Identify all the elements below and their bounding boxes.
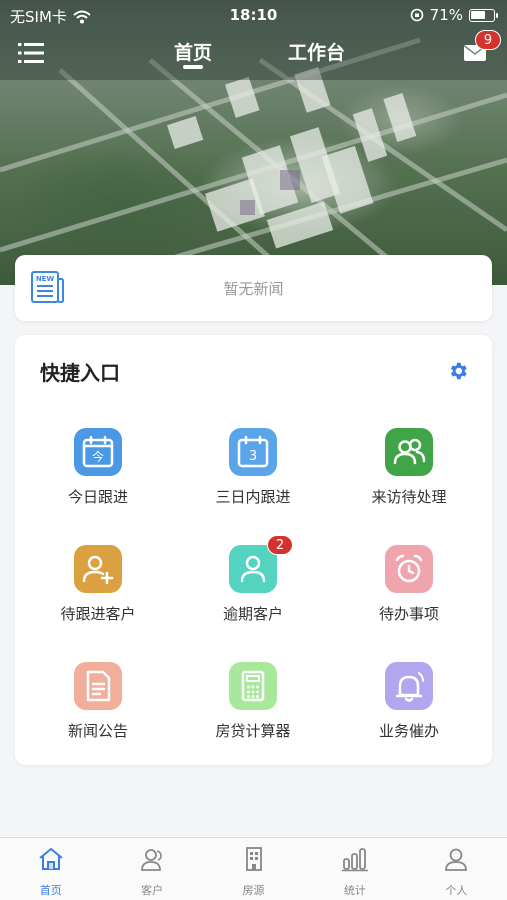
- item-label: 房贷计算器: [215, 722, 291, 740]
- quick-item-business-urge[interactable]: 业务催办: [339, 662, 479, 762]
- quick-item-todo[interactable]: 待办事项: [339, 545, 479, 645]
- tab-home[interactable]: 首页: [0, 838, 101, 900]
- menu-list-icon[interactable]: [18, 42, 44, 64]
- calculator-icon: [241, 670, 265, 702]
- person-icon: [445, 848, 468, 871]
- quick-entry-title: 快捷入口: [40, 361, 120, 385]
- item-icon-box: 今: [74, 428, 122, 476]
- quick-item-news-notice[interactable]: 新闻公告: [28, 662, 168, 762]
- item-label: 新闻公告: [67, 722, 128, 740]
- document-icon: [86, 670, 111, 702]
- quick-item-overdue-customers[interactable]: 2 逾期客户: [183, 535, 323, 645]
- top-navigation: 首页 工作台 9: [0, 30, 507, 80]
- status-right-group: 71%: [410, 6, 498, 24]
- tab-statistics-label: 统计: [343, 884, 366, 897]
- visitors-icon: [393, 438, 426, 465]
- quick-item-pending-customers[interactable]: 待跟进客户: [28, 545, 168, 645]
- tab-profile[interactable]: 个人: [406, 838, 507, 900]
- quick-item-visitors-pending[interactable]: 来访待处理: [339, 428, 479, 528]
- quick-item-mortgage-calculator[interactable]: 房贷计算器: [183, 662, 323, 762]
- tab-customers[interactable]: 客户: [101, 838, 202, 900]
- customers-icon: [141, 849, 162, 871]
- calendar-three-icon-text: 3: [249, 449, 257, 464]
- item-icon-box: [74, 662, 122, 710]
- tab-home-top[interactable]: 首页: [174, 38, 212, 65]
- item-icon-box: [385, 545, 433, 593]
- item-label: 逾期客户: [222, 605, 283, 623]
- add-user-icon: [82, 555, 114, 585]
- calendar-today-icon-text: 今: [92, 449, 104, 464]
- tab-profile-label: 个人: [445, 884, 468, 897]
- active-tab-indicator: [183, 65, 203, 69]
- bottom-tab-bar: 首页 客户 房源 统计 个人: [0, 837, 507, 900]
- battery-icon: [469, 8, 498, 22]
- orientation-lock-icon: [410, 8, 423, 22]
- tab-listings-label: 房源: [242, 884, 265, 897]
- calendar-today-icon: 今: [82, 435, 114, 468]
- item-icon-box: [74, 545, 122, 593]
- settings-gear-icon[interactable]: [447, 360, 469, 382]
- quick-item-today-followup[interactable]: 今 今日跟进: [28, 428, 168, 528]
- alarm-clock-icon: [395, 554, 423, 583]
- item-icon-box: [385, 428, 433, 476]
- status-bar: 无SIM卡 18:10 71%: [0, 0, 507, 30]
- battery-percent: 71%: [429, 6, 463, 24]
- chart-icon: [341, 848, 368, 872]
- home-icon: [39, 848, 63, 870]
- news-empty-text: 暂无新闻: [223, 280, 284, 298]
- item-label: 今日跟进: [67, 488, 128, 506]
- tab-workbench-top[interactable]: 工作台: [288, 38, 345, 65]
- item-icon-box: [229, 662, 277, 710]
- mail-badge: 9: [475, 30, 501, 50]
- quick-entry-card: 快捷入口 今 今日跟进 3 三日内跟进 来访待处理 待跟进客户 2 逾期客户 待…: [15, 335, 492, 765]
- item-label: 三日内跟进: [215, 488, 291, 506]
- item-label: 来访待处理: [371, 488, 447, 506]
- item-label: 待跟进客户: [60, 605, 136, 623]
- tab-statistics[interactable]: 统计: [304, 838, 405, 900]
- tab-customers-label: 客户: [141, 884, 164, 897]
- item-label: 待办事项: [378, 605, 439, 623]
- calendar-three-icon: 3: [237, 435, 269, 468]
- item-icon-box: [385, 662, 433, 710]
- news-card[interactable]: NEW 暂无新闻: [15, 255, 492, 321]
- item-label: 业务催办: [378, 722, 439, 740]
- item-icon-box: 3: [229, 428, 277, 476]
- bell-icon: [395, 672, 424, 702]
- overdue-count-badge: 2: [267, 535, 293, 555]
- building-icon: [245, 847, 262, 871]
- quick-item-three-day-followup[interactable]: 3 三日内跟进: [183, 428, 323, 528]
- tab-home-label: 首页: [39, 884, 62, 897]
- tab-listings[interactable]: 房源: [203, 838, 304, 900]
